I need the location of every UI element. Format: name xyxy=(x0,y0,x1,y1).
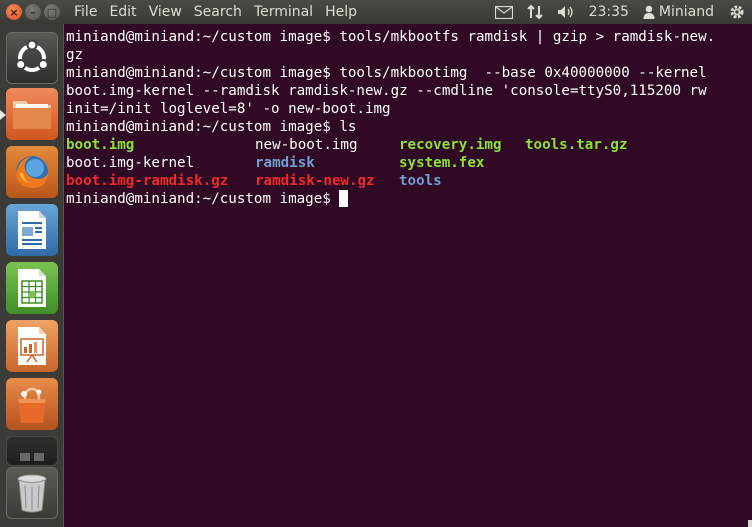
terminal-cursor xyxy=(339,190,349,207)
ls-output-row: boot.img new-boot.img recovery.img tools… xyxy=(66,136,752,154)
menu-help[interactable]: Help xyxy=(325,4,357,20)
maximize-window-button[interactable]: □ xyxy=(44,4,60,20)
menu-view[interactable]: View xyxy=(149,4,182,20)
terminal-line: init=/init loglevel=8' -o new-boot.img xyxy=(66,101,391,117)
terminal-line: miniand@miniand:~/custom image$ ls xyxy=(66,119,357,135)
scrollbar-handle[interactable] xyxy=(748,520,752,527)
ls-output-row: boot.img-ramdisk.gz ramdisk-new.gz tools xyxy=(66,172,752,190)
system-tray: 23:35 Miniand xyxy=(481,0,752,24)
trash-icon[interactable] xyxy=(6,467,58,519)
menu-file[interactable]: File xyxy=(74,4,97,20)
minimize-window-button[interactable]: – xyxy=(25,4,41,20)
network-icon[interactable] xyxy=(526,4,543,20)
window-controls: × – □ xyxy=(6,4,60,20)
close-window-button[interactable]: × xyxy=(6,4,22,20)
ls-entry: boot.img-kernel xyxy=(66,155,195,171)
gear-icon[interactable] xyxy=(728,3,746,21)
volume-icon[interactable] xyxy=(557,5,575,19)
user-menu[interactable]: Miniand xyxy=(643,4,714,20)
libreoffice-impress-icon[interactable] xyxy=(6,320,58,372)
workspace-switcher-icon[interactable] xyxy=(6,436,58,466)
ls-entry: system.fex xyxy=(399,155,485,171)
menu-edit[interactable]: Edit xyxy=(109,4,136,20)
ubuntu-dash-icon[interactable] xyxy=(6,32,58,84)
terminal-line: miniand@miniand:~/custom image$ tools/mk… xyxy=(66,29,716,45)
software-center-icon[interactable] xyxy=(6,378,58,430)
terminal-line: gz xyxy=(66,47,84,63)
ls-entry: ramdisk-new.gz xyxy=(255,173,375,189)
libreoffice-writer-icon[interactable] xyxy=(6,204,58,256)
menu-bar: File Edit View Search Terminal Help xyxy=(74,4,369,20)
user-name: Miniand xyxy=(658,4,714,20)
home-folder-icon[interactable] xyxy=(6,88,58,140)
terminal-prompt: miniand@miniand:~/custom image$ xyxy=(66,191,340,207)
ls-entry: boot.img xyxy=(66,137,135,153)
menu-search[interactable]: Search xyxy=(194,4,242,20)
ls-entry: boot.img-ramdisk.gz xyxy=(66,173,229,189)
mail-icon[interactable] xyxy=(494,5,513,19)
libreoffice-calc-icon[interactable] xyxy=(6,262,58,314)
ls-entry: ramdisk xyxy=(255,155,315,171)
ls-output-row: boot.img-kernel ramdisk system.fex xyxy=(66,154,752,172)
ls-entry: tools xyxy=(399,173,442,189)
menu-terminal[interactable]: Terminal xyxy=(254,4,313,20)
ls-entry: tools.tar.gz xyxy=(525,137,628,153)
firefox-icon[interactable] xyxy=(6,146,58,198)
top-panel: × – □ File Edit View Search Terminal Hel… xyxy=(0,0,752,24)
terminal-output[interactable]: miniand@miniand:~/custom image$ tools/mk… xyxy=(64,24,752,527)
ls-entry: new-boot.img xyxy=(255,137,358,153)
user-icon xyxy=(643,5,655,19)
terminal-line: miniand@miniand:~/custom image$ tools/mk… xyxy=(66,65,707,81)
clock[interactable]: 23:35 xyxy=(589,4,629,20)
launcher xyxy=(0,24,64,527)
terminal-line: boot.img-kernel --ramdisk ramdisk-new.gz… xyxy=(66,83,707,99)
ls-entry: recovery.img xyxy=(399,137,502,153)
terminal-prompt-line: miniand@miniand:~/custom image$ xyxy=(66,190,752,208)
